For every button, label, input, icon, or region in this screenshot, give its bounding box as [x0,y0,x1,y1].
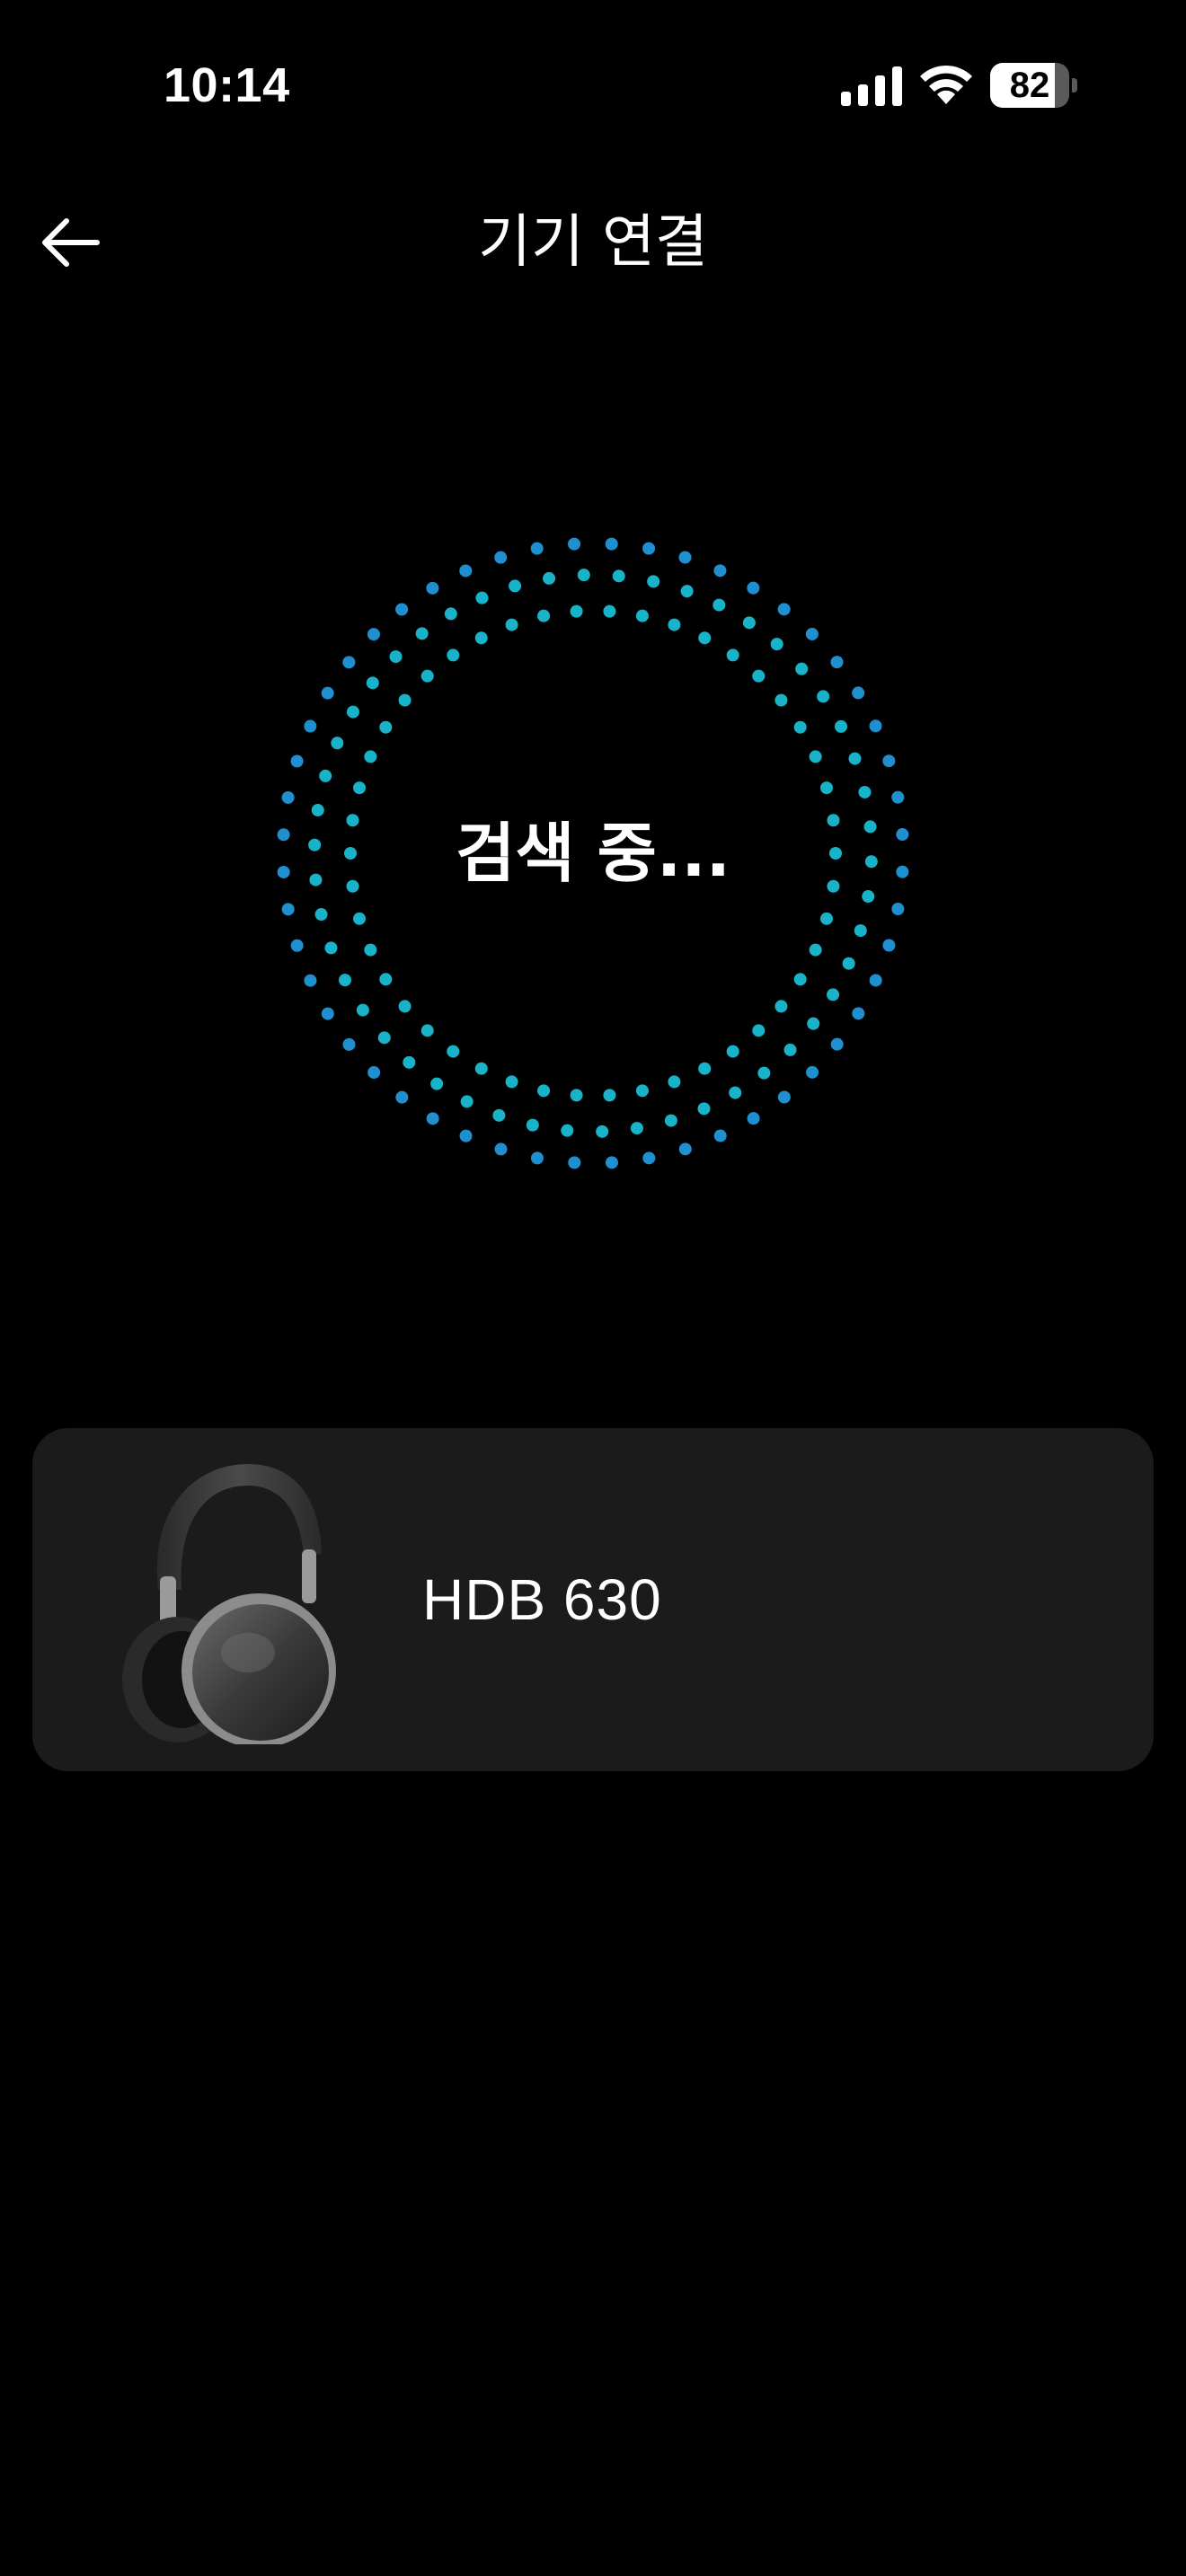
status-time: 10:14 [164,58,290,112]
status-bar: 10:14 82 [0,0,1186,171]
battery-tip [1072,78,1077,93]
back-button[interactable] [27,207,113,278]
battery-level: 82 [1009,66,1050,105]
device-card[interactable]: HDB 630 [32,1428,1154,1771]
arrow-left-icon [42,218,100,267]
battery-icon: 82 [990,63,1078,108]
scan-status-text: 검색 중... [456,816,730,891]
page-title: 기기 연결 [478,209,708,276]
header: 기기 연결 [0,180,1186,305]
signal-icon [841,66,902,106]
scanning-indicator: 검색 중... [270,530,916,1177]
battery-body: 82 [990,63,1069,108]
device-name: HDB 630 [422,1567,662,1632]
headphones-icon [122,1464,336,1744]
wifi-icon [920,65,972,104]
